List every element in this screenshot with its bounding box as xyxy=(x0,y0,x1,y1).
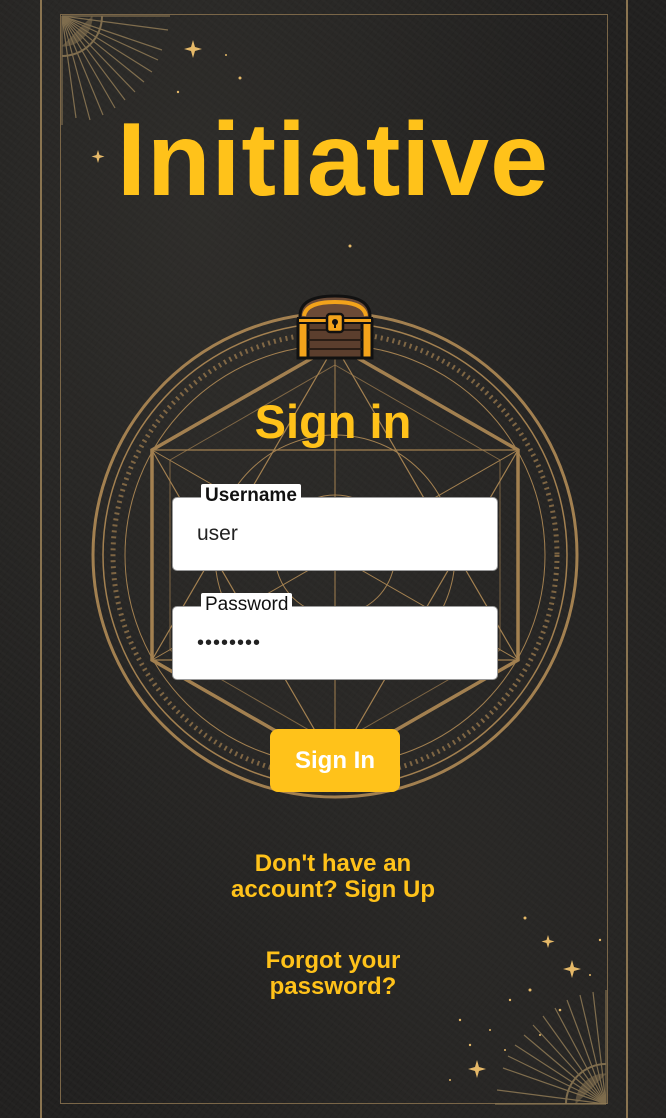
sign-in-button[interactable]: Sign In xyxy=(270,729,400,792)
forgot-password-line1: Forgot your xyxy=(265,947,401,974)
username-field[interactable]: Username user xyxy=(172,484,498,571)
password-input[interactable]: •••••••• xyxy=(197,607,477,679)
sign-up-link-line1: Don't have an xyxy=(254,850,412,877)
password-field[interactable]: Password •••••••• xyxy=(172,593,498,680)
sign-up-link[interactable]: Don't have an account? Sign Up xyxy=(0,851,666,903)
forgot-password-line2: password? xyxy=(269,973,397,1000)
app-title: Initiative xyxy=(117,102,549,218)
sign-in-heading: Sign in xyxy=(254,395,412,448)
treasure-chest-icon xyxy=(296,294,374,360)
sign-up-link-line2: account? Sign Up xyxy=(231,876,435,903)
username-input[interactable]: user xyxy=(197,498,477,570)
forgot-password-link[interactable]: Forgot your password? xyxy=(0,948,666,1000)
